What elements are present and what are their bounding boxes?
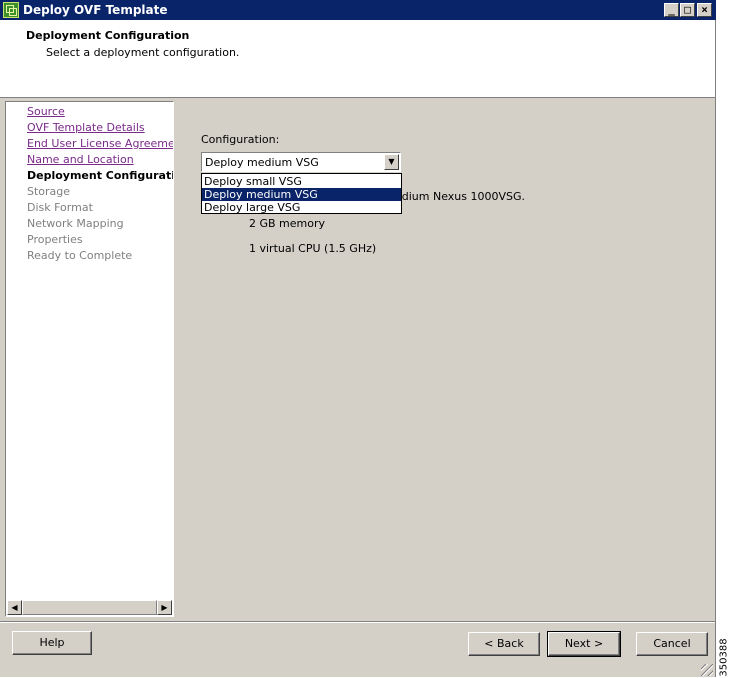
sidebar-item-ready-to-complete: Ready to Complete — [27, 249, 133, 262]
memory-spec: 2 GB memory — [249, 217, 326, 230]
back-button[interactable]: < Back — [468, 632, 540, 656]
sidebar-horizontal-scrollbar[interactable]: ◀ ▶ — [7, 600, 172, 615]
configuration-dropdown-list: Deploy small VSG Deploy medium VSG Deplo… — [201, 173, 402, 214]
help-button[interactable]: Help — [12, 631, 92, 655]
option-deploy-medium-vsg[interactable]: Deploy medium VSG — [202, 188, 401, 201]
wizard-steps-sidebar: Source OVF Template Details End User Lic… — [5, 101, 174, 617]
sidebar-item-name-and-location[interactable]: Name and Location — [27, 153, 134, 166]
title-bar[interactable]: Deploy OVF Template _ □ × — [0, 0, 716, 20]
configuration-description: edium Nexus 1000VSG. — [395, 190, 526, 203]
configuration-select[interactable]: Deploy medium VSG ▼ — [201, 152, 401, 172]
minimize-button[interactable]: _ — [664, 3, 679, 17]
window-title: Deploy OVF Template — [23, 3, 168, 17]
sidebar-item-disk-format: Disk Format — [27, 201, 93, 214]
scrollbar-thumb[interactable] — [22, 600, 157, 615]
figure-id: 350388 — [717, 638, 731, 678]
main-content: Configuration: Deploy medium VSG ▼ Deplo… — [178, 101, 715, 617]
maximize-button[interactable]: □ — [680, 3, 695, 17]
page-title: Deployment Configuration — [26, 29, 190, 42]
page-subtitle: Select a deployment configuration. — [46, 46, 240, 59]
configuration-select-value: Deploy medium VSG — [205, 156, 319, 169]
figure-id-text: 350388 — [718, 638, 730, 677]
sidebar-item-storage: Storage — [27, 185, 71, 198]
sidebar-item-properties: Properties — [27, 233, 83, 246]
sidebar-item-eula[interactable]: End User License Agreement — [27, 137, 173, 150]
next-button[interactable]: Next > — [547, 631, 621, 657]
resize-grip-icon[interactable] — [701, 664, 713, 676]
chevron-down-icon[interactable]: ▼ — [384, 154, 399, 170]
sidebar-item-network-mapping: Network Mapping — [27, 217, 124, 230]
option-deploy-large-vsg[interactable]: Deploy large VSG — [202, 201, 401, 214]
scroll-left-arrow-icon[interactable]: ◀ — [7, 600, 22, 615]
configuration-label: Configuration: — [201, 133, 280, 146]
close-button[interactable]: × — [697, 3, 712, 17]
vsphere-app-icon — [3, 2, 19, 18]
sidebar-item-ovf-template-details[interactable]: OVF Template Details — [27, 121, 145, 134]
sidebar-item-source[interactable]: Source — [27, 105, 65, 118]
deploy-ovf-window: Deploy OVF Template _ □ × Deployment Con… — [0, 0, 716, 677]
cpu-spec: 1 virtual CPU (1.5 GHz) — [249, 242, 377, 255]
wizard-header: Deployment Configuration Select a deploy… — [0, 20, 715, 98]
option-deploy-small-vsg[interactable]: Deploy small VSG — [202, 175, 401, 188]
cancel-button[interactable]: Cancel — [636, 632, 708, 656]
wizard-footer: Help < Back Next > Cancel — [0, 621, 715, 678]
sidebar-item-deployment-configuration: Deployment Configuration — [27, 169, 173, 182]
scroll-right-arrow-icon[interactable]: ▶ — [157, 600, 172, 615]
